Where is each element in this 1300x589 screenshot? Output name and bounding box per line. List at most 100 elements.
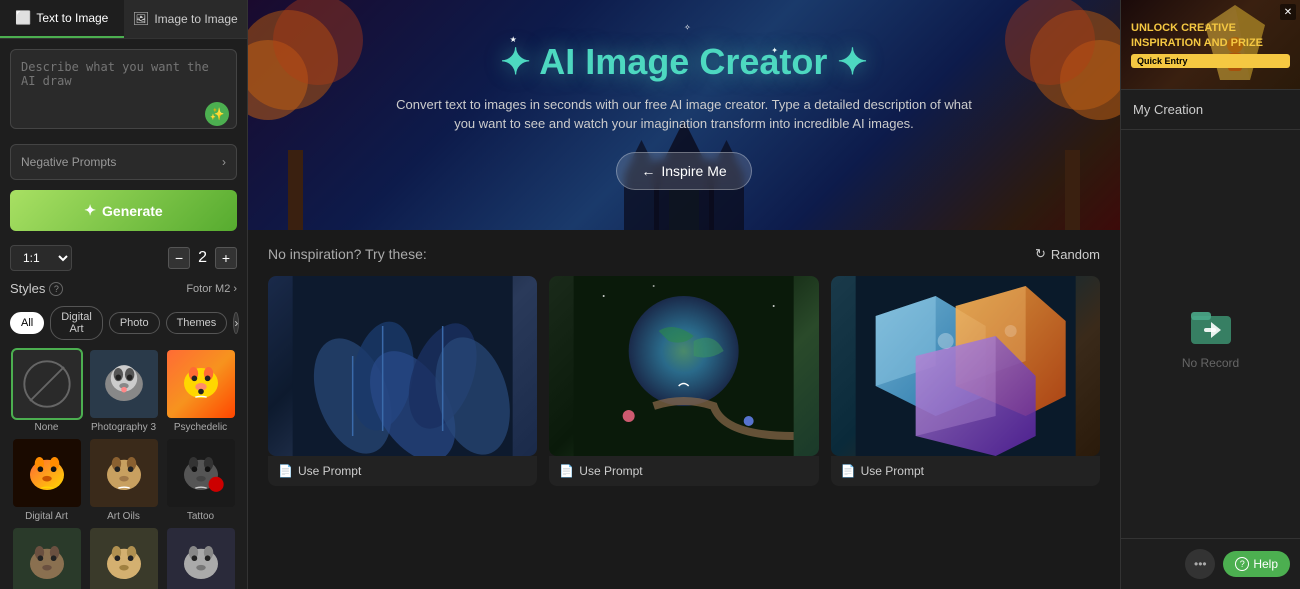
art-oils-thumb <box>88 437 160 509</box>
style-item-photography3[interactable]: Photography 3 <box>87 348 160 433</box>
refresh-icon: ↻ <box>1035 246 1046 262</box>
ice-image <box>831 276 1100 456</box>
no-style-icon <box>13 350 81 418</box>
digital-art-label: Digital Art <box>25 511 68 522</box>
style-item-9[interactable] <box>164 526 237 589</box>
generate-label: Generate <box>102 203 163 219</box>
image-image-icon: 🖼 <box>133 11 150 27</box>
no-record-area: No Record <box>1121 130 1300 538</box>
use-prompt-label-1: Use Prompt <box>298 464 361 478</box>
moon-svg <box>549 276 818 456</box>
style-none-label: None <box>35 422 59 433</box>
styles-text: Styles <box>10 281 45 296</box>
chevron-right-icon: › <box>222 155 226 169</box>
style-scroll-right[interactable]: › <box>233 312 239 334</box>
tattoo-label: Tattoo <box>187 511 214 522</box>
right-footer: ••• ? Help <box>1121 538 1300 589</box>
help-circle-icon: ? <box>49 282 63 296</box>
style-tabs: All Digital Art Photo Themes › <box>0 302 247 344</box>
use-prompt-2[interactable]: 📄 Use Prompt <box>549 456 818 486</box>
photography3-thumb <box>88 348 160 420</box>
ratio-row: 1:1 4:3 3:4 16:9 − 2 + <box>0 241 247 275</box>
style8-preview <box>90 528 158 589</box>
my-creation-header: My Creation <box>1121 90 1300 130</box>
help-circle-icon: ? <box>1235 557 1249 571</box>
style-item-none[interactable]: None <box>10 348 83 433</box>
inspiration-card-2[interactable]: 📄 Use Prompt <box>549 276 818 486</box>
prompt-input[interactable] <box>10 49 237 129</box>
style-tab-photo[interactable]: Photo <box>109 312 160 334</box>
style-item-tattoo[interactable]: Tattoo <box>164 437 237 522</box>
psychedelic-thumb <box>165 348 237 420</box>
help-button[interactable]: ? Help <box>1223 551 1290 577</box>
inspiration-label: No inspiration? Try these: <box>268 246 427 262</box>
quantity-increase[interactable]: + <box>215 247 237 269</box>
inspiration-card-3[interactable]: 📄 Use Prompt <box>831 276 1100 486</box>
hero-title: ✦ AI Image Creator ✦ <box>500 41 867 83</box>
digital-art-preview <box>13 439 81 507</box>
use-prompt-1[interactable]: 📄 Use Prompt <box>268 456 537 486</box>
prompt-area: ✨ <box>0 39 247 144</box>
content-area: No inspiration? Try these: ↻ Random <box>248 230 1120 589</box>
tab-image-to-image[interactable]: 🖼 Image to Image <box>124 0 248 38</box>
no-record-icon <box>1186 298 1236 348</box>
style7-thumb <box>11 526 83 589</box>
inspiration-grid: 📄 Use Prompt <box>268 276 1100 486</box>
ice-svg <box>831 276 1100 456</box>
generate-button[interactable]: ✦ Generate <box>10 190 237 231</box>
main-area: ★ ✦ ✧ <box>248 0 1120 589</box>
ad-cta: Quick Entry <box>1131 54 1290 68</box>
art-oils-label: Art Oils <box>107 511 140 522</box>
style-tab-themes[interactable]: Themes <box>166 312 228 334</box>
style-tab-digital[interactable]: Digital Art <box>50 306 103 340</box>
no-record-text: No Record <box>1182 356 1239 370</box>
random-button[interactable]: ↻ Random <box>1035 246 1100 262</box>
my-creation-label: My Creation <box>1133 102 1203 117</box>
fotor-chevron-icon: › <box>233 283 237 295</box>
ad-content: UNLOCK CREATIVE INSPIRATION AND PRIZE Qu… <box>1121 0 1300 89</box>
fotor-link[interactable]: Fotor M2 › <box>186 283 237 295</box>
style-tab-all[interactable]: All <box>10 312 44 334</box>
style-item-art-oils[interactable]: Art Oils <box>87 437 160 522</box>
quantity-control: − 2 + <box>168 247 237 269</box>
more-button[interactable]: ••• <box>1185 549 1215 579</box>
tattoo-thumb <box>165 437 237 509</box>
magic-icon[interactable]: ✨ <box>205 102 229 126</box>
fotor-link-text: Fotor M2 <box>186 283 230 295</box>
inspiration-card-1[interactable]: 📄 Use Prompt <box>268 276 537 486</box>
photography3-preview <box>90 350 158 418</box>
ratio-select[interactable]: 1:1 4:3 3:4 16:9 <box>10 245 72 271</box>
inspire-me-button[interactable]: ← Inspire Me <box>616 152 751 190</box>
art-oils-preview <box>90 439 158 507</box>
leaves-image <box>268 276 537 456</box>
random-label: Random <box>1051 247 1100 262</box>
use-prompt-label-2: Use Prompt <box>579 464 642 478</box>
text-image-icon: ⬜ <box>15 10 31 26</box>
negative-prompts-row[interactable]: Negative Prompts › <box>10 144 237 180</box>
tab-row: ⬜ Text to Image 🖼 Image to Image <box>0 0 247 39</box>
no-record-svg <box>1186 298 1236 348</box>
quantity-decrease[interactable]: − <box>168 247 190 269</box>
help-label: Help <box>1253 557 1278 571</box>
hero-subtitle: Convert text to images in seconds with o… <box>384 95 984 134</box>
style-item-psychedelic[interactable]: Psychedelic <box>164 348 237 433</box>
psychedelic-label: Psychedelic <box>174 422 227 433</box>
style-item-digital-art[interactable]: Digital Art <box>10 437 83 522</box>
left-panel: ⬜ Text to Image 🖼 Image to Image ✨ Negat… <box>0 0 248 589</box>
tab-image-label: Image to Image <box>154 12 237 26</box>
none-thumb <box>11 348 83 420</box>
inspire-label: Inspire Me <box>661 163 726 179</box>
negative-prompts-label: Negative Prompts <box>21 155 116 169</box>
tab-text-to-image[interactable]: ⬜ Text to Image <box>0 0 124 38</box>
style-item-8[interactable] <box>87 526 160 589</box>
ad-title: UNLOCK CREATIVE INSPIRATION AND PRIZE <box>1131 21 1290 50</box>
style9-thumb <box>165 526 237 589</box>
styles-grid: None Photography 3 <box>0 344 247 589</box>
cursor-icon-2: 📄 <box>559 464 574 478</box>
photography3-label: Photography 3 <box>91 422 156 433</box>
inspiration-header: No inspiration? Try these: ↻ Random <box>268 246 1100 262</box>
style-item-7[interactable] <box>10 526 83 589</box>
psychedelic-preview <box>167 350 235 418</box>
ad-banner: ✕ UNLOCK CREATIVE INSPIRATION AND PRIZE … <box>1121 0 1300 90</box>
use-prompt-3[interactable]: 📄 Use Prompt <box>831 456 1100 486</box>
